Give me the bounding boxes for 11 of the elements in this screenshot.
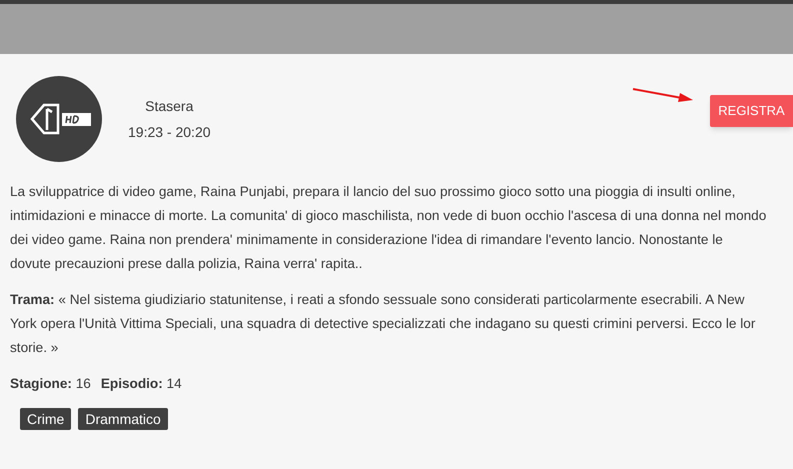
description-paragraph: La sviluppatrice di video game, Raina Punjabi, prepara il lancio del suo prossimo gioco sotto una pioggia di insulti online, intimidazioni e minacce di morte. La comunita' di gioco maschilista, non vede di buon occhio l'ascesa di una donna nel mondo dei video game. Raina non prendera' minimamente in considerazione l'idea di rimandare l'evento lancio. Nonostante le dovute precauzioni prese dalla polizia, Raina verra' rapita.. xyxy=(10,183,768,273)
channel-logo-icon xyxy=(16,76,102,162)
broadcast-day: Stasera xyxy=(145,96,194,116)
broadcast-time: 19:23 - 20:20 xyxy=(128,122,211,142)
detail-text: Episodio: 14 xyxy=(100,375,182,393)
genre-tag: Drammatico xyxy=(78,408,168,430)
genre-tag: Crime xyxy=(20,408,72,430)
detail-text: Stagione: 16 xyxy=(10,375,91,393)
record-button[interactable]: REGISTRA xyxy=(710,95,793,127)
plot-paragraph: Trama: « Nel sistema giudiziario statunitense, i reati a sfondo sessuale sono considerati particolarmente esecrabili. A New York opera l'Unità Vittima Speciali, una squadra di detective specializzati che indagano su questi crimini perversi. Ecco le lor storie. » xyxy=(10,291,756,357)
arrow-icon xyxy=(632,87,694,103)
